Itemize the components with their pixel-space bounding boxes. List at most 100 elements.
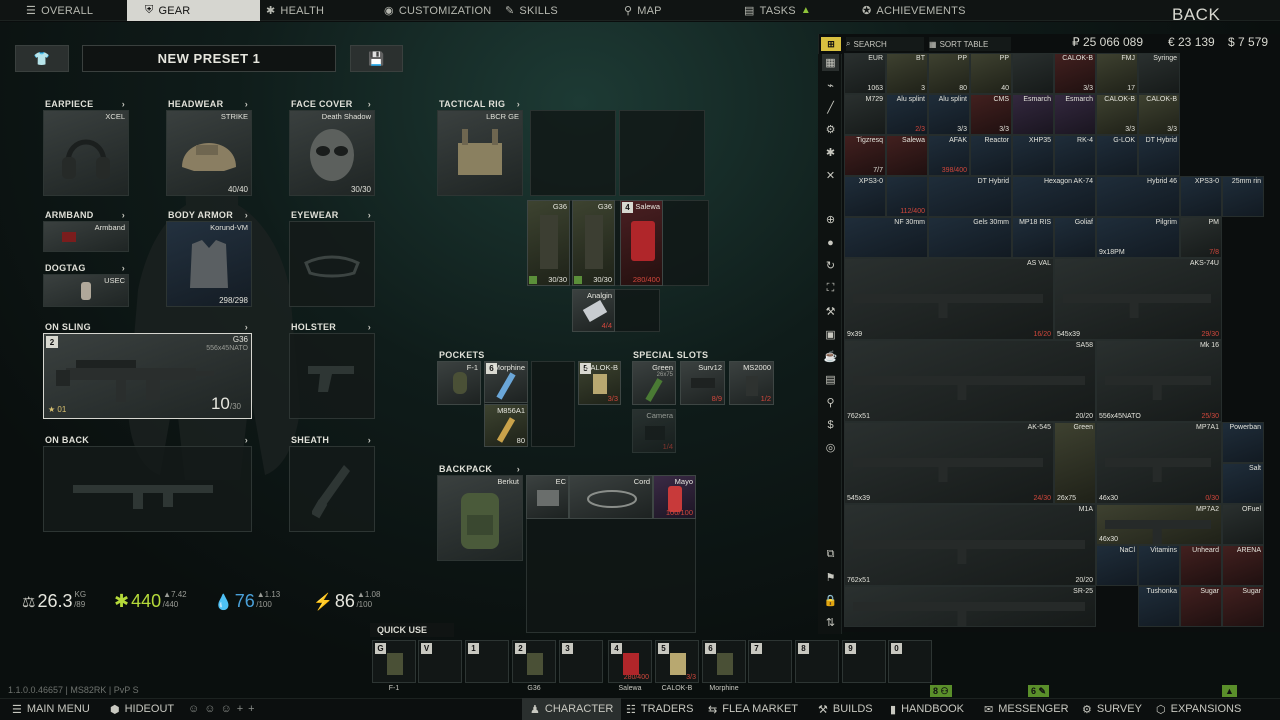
stash-item[interactable]: NF 30mm	[844, 217, 928, 258]
stash-item[interactable]: 25mm rin	[1222, 176, 1264, 217]
dogtag-slot[interactable]: USEC	[43, 274, 129, 307]
stash-item[interactable]: ARENA	[1222, 545, 1264, 586]
slot-label-on-back[interactable]: ON BACK ›	[45, 435, 250, 445]
headwear-slot[interactable]: STRIKE 40/40	[166, 110, 252, 196]
stash-item[interactable]: XHP35	[1012, 135, 1054, 176]
slot-label-face-cover[interactable]: FACE COVER ›	[291, 99, 373, 109]
tab-map[interactable]: ⚲ MAP	[624, 0, 662, 21]
body-armor-slot[interactable]: Korund-VM 298/298	[166, 221, 252, 307]
stash-item[interactable]: CMS 3/3	[970, 94, 1012, 135]
slot-label-dogtag[interactable]: DOGTAG ›	[45, 263, 127, 273]
quick-use-slot[interactable]: 2	[512, 640, 556, 683]
hideout-button[interactable]: ⬢ HIDEOUT	[110, 698, 174, 720]
slot-label-on-sling[interactable]: ON SLING ›	[45, 322, 250, 332]
rig-item-painkiller[interactable]: Analgin 4/4	[572, 289, 615, 332]
rig-item-medkit[interactable]: 4 Salewa 280/400	[620, 200, 663, 286]
tab-customization[interactable]: ◉ CUSTOMIZATION	[384, 0, 491, 21]
quick-use-slot[interactable]: V	[418, 640, 462, 683]
category-ammo-icon[interactable]: ╱	[822, 99, 839, 116]
stash-weapon[interactable]: MP7A1 0/30 46x30	[1096, 422, 1222, 504]
stash-weapon[interactable]: Mk 16 25/30 556x45NATO	[1096, 340, 1222, 422]
stash-item[interactable]: PP 80	[928, 53, 970, 94]
stash-item[interactable]: BT 3	[886, 53, 928, 94]
stash-item[interactable]: Tigzresq 7/7	[844, 135, 886, 176]
stash-item[interactable]: Esmarch	[1012, 94, 1054, 135]
tab-achievements[interactable]: ✪ ACHIEVEMENTS	[862, 0, 966, 21]
slot-label-headwear[interactable]: HEADWEAR ›	[168, 99, 250, 109]
on-sling-slot[interactable]: 2 G36 556x45NATO ★ 01 10/30	[43, 333, 252, 419]
sheath-slot[interactable]	[289, 446, 375, 532]
quick-use-slot[interactable]: 5 3/3	[655, 640, 699, 683]
lock-icon[interactable]: 🔒	[822, 592, 839, 609]
collapse-icon[interactable]: ⧉	[822, 546, 839, 563]
stash-item[interactable]: Sugar	[1180, 586, 1222, 627]
character-button[interactable]: ♟ CHARACTER	[522, 698, 622, 720]
pocket-item-hemostatic[interactable]: 5 CALOK-B 3/3	[578, 361, 621, 405]
preset-shirt-button[interactable]: 👕	[15, 45, 69, 72]
stash-item[interactable]: Vitamins	[1138, 545, 1180, 586]
quick-use-slot[interactable]: 8	[795, 640, 839, 683]
pocket-item-grenade[interactable]: F-1	[437, 361, 481, 405]
stash-item[interactable]: Powerban	[1222, 422, 1264, 463]
stash-item[interactable]: Unheard	[1180, 545, 1222, 586]
preset-name-field[interactable]: NEW PRESET 1	[82, 45, 336, 72]
pocket-item-morphine[interactable]: 6 Morphine	[484, 361, 528, 403]
handbook-button[interactable]: ▮ HANDBOOK	[890, 698, 964, 720]
backpack-slot[interactable]: Berkut	[437, 475, 523, 561]
pocket-item-ammo[interactable]: M856A1 80	[484, 404, 528, 447]
traders-button[interactable]: ☷ TRADERS	[626, 698, 693, 720]
slot-label-sheath[interactable]: SHEATH ›	[291, 435, 373, 445]
stash-item[interactable]: Esmarch	[1054, 94, 1096, 135]
armband-slot[interactable]: Armband	[43, 221, 129, 252]
pocket-cell[interactable]	[531, 361, 575, 447]
survey-button[interactable]: ⚙ SURVEY	[1082, 698, 1142, 720]
alert-icon[interactable]: ▲	[1222, 685, 1237, 697]
backpack-item-mayo[interactable]: Mayo 100/100	[653, 475, 696, 519]
stash-item[interactable]: PM 7/8	[1180, 217, 1222, 258]
quick-use-slot[interactable]: G	[372, 640, 416, 683]
quick-use-slot[interactable]: 7	[748, 640, 792, 683]
party-slots[interactable]: ☺ ☺ ☺ + +	[188, 698, 255, 720]
rig-item-magazine[interactable]: G36 30/30	[527, 200, 570, 286]
builds-button[interactable]: ⚒ BUILDS	[818, 698, 873, 720]
category-containers-icon[interactable]: ⛶	[822, 280, 839, 297]
stash-weapon[interactable]: SA58 20/20 762x51	[844, 340, 1096, 422]
slot-label-tactical-rig[interactable]: TACTICAL RIG ›	[439, 99, 522, 109]
stash-item[interactable]: Salt	[1222, 463, 1264, 504]
slot-label-armband[interactable]: ARMBAND ›	[45, 210, 127, 220]
save-preset-button[interactable]: 💾	[350, 45, 403, 72]
tab-tasks[interactable]: ▤ TASKS ▲	[744, 0, 811, 21]
stash-item[interactable]: CALOK-B 3/3	[1096, 94, 1138, 135]
stash-item[interactable]: Reactor	[970, 135, 1012, 176]
stash-item[interactable]: Alu splint 2/3	[886, 94, 928, 135]
stash-item[interactable]: Pilgrim 9x18PM	[1096, 217, 1180, 258]
stash-item[interactable]: Alu splint 3/3	[928, 94, 970, 135]
special-item-ms2000[interactable]: MS2000 1/2	[729, 361, 774, 405]
tab-skills[interactable]: ✎ SKILLS	[505, 0, 558, 21]
stash-item[interactable]: PP 40	[970, 53, 1012, 94]
quick-use-slot[interactable]: 1	[465, 640, 509, 683]
slot-label-backpack[interactable]: BACKPACK ›	[439, 464, 522, 474]
stash-item[interactable]: Salewa	[886, 135, 928, 176]
quick-use-slot[interactable]: 3	[559, 640, 603, 683]
stash-item[interactable]: FMJ 17	[1096, 53, 1138, 94]
slot-label-holster[interactable]: HOLSTER ›	[291, 322, 373, 332]
stash-weapon[interactable]: M1A 20/20 762x51	[844, 504, 1096, 586]
stash-item[interactable]: Syringe	[1138, 53, 1180, 94]
messenger-button[interactable]: ✉ MESSENGER	[984, 698, 1069, 720]
face-cover-slot[interactable]: Death Shadow 30/30	[289, 110, 375, 196]
stash-weapon[interactable]: SR-25	[844, 586, 1096, 627]
stash-weapon[interactable]: MP7A2 46x30	[1096, 504, 1222, 545]
tab-overall[interactable]: ☰ OVERALL	[12, 0, 122, 21]
sort-icon[interactable]: ⇅	[822, 614, 839, 631]
stash-weapon[interactable]: AS VAL 16/20 9x39	[844, 258, 1054, 340]
backpack-item-cord[interactable]: Cord	[569, 475, 653, 519]
quick-use-slot[interactable]: 6	[702, 640, 746, 683]
stash-item[interactable]: EUR 1063	[844, 53, 886, 94]
category-keys-icon[interactable]: ↻	[822, 257, 839, 274]
stash-item[interactable]: Goliaf	[1054, 217, 1096, 258]
category-all-icon[interactable]: ▦	[822, 54, 839, 71]
on-back-slot[interactable]	[43, 446, 252, 532]
tab-health[interactable]: ✱ HEALTH	[264, 0, 324, 21]
stash-item[interactable]	[1012, 53, 1054, 94]
